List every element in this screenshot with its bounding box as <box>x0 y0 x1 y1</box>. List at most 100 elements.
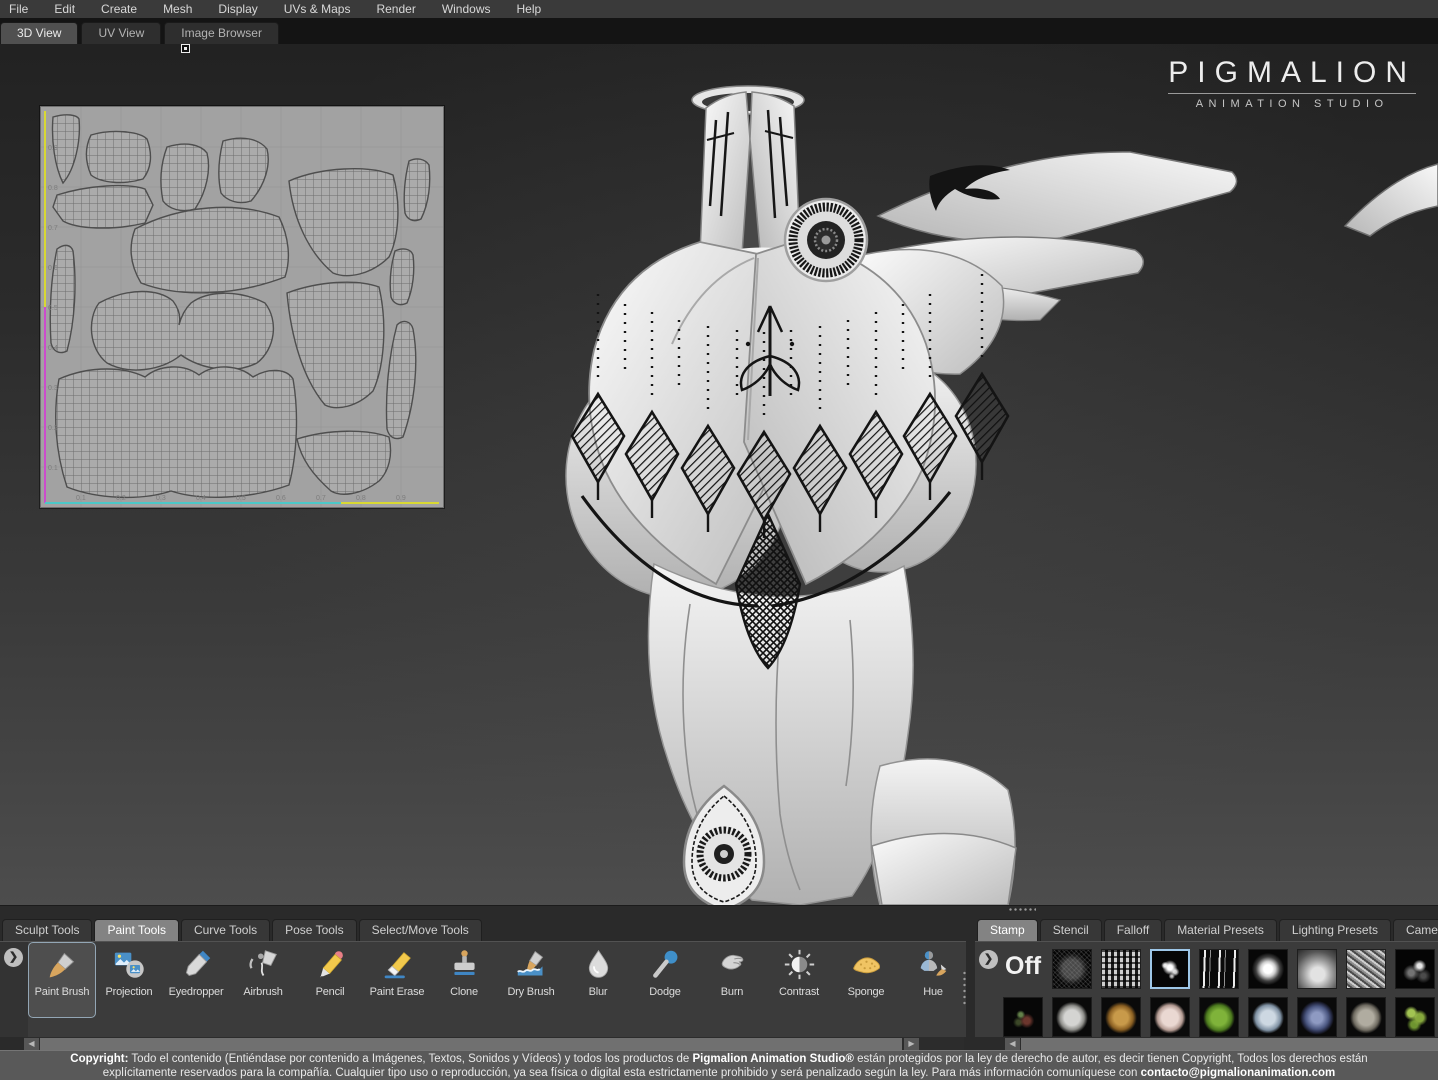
tool-clone[interactable]: Clone <box>431 943 497 1017</box>
stamp-blue-rocks[interactable] <box>1297 997 1337 1037</box>
menu-mesh[interactable]: Mesh <box>150 2 205 16</box>
splitter-handle[interactable] <box>181 44 190 53</box>
stamp-light-rocks[interactable] <box>1248 997 1288 1037</box>
menu-windows[interactable]: Windows <box>429 2 504 16</box>
clone-icon <box>448 948 481 981</box>
tool-label: Pencil <box>316 986 345 998</box>
stamp-vertical-streaks[interactable] <box>1199 949 1239 989</box>
tool-contrast[interactable]: Contrast <box>766 943 832 1017</box>
tool-burn[interactable]: Burn <box>699 943 765 1017</box>
stamp-dense-noise[interactable] <box>1346 949 1386 989</box>
svg-text:0.5: 0.5 <box>236 495 246 502</box>
tool-dry-brush[interactable]: Dry Brush <box>498 943 564 1017</box>
svg-text:0.7: 0.7 <box>48 225 58 232</box>
toolbar-overflow-dots <box>962 970 966 1006</box>
logo-title: PIGMALION <box>1168 56 1416 90</box>
tool-dodge[interactable]: Dodge <box>632 943 698 1017</box>
tab-select-move-tools[interactable]: Select/Move Tools <box>359 919 482 941</box>
scroll-left-button[interactable]: ◀ <box>24 1038 39 1050</box>
paint-erase-icon <box>381 948 414 981</box>
scroll-left-button[interactable]: ◀ <box>1005 1038 1020 1050</box>
expand-stamps-button[interactable] <box>979 950 998 969</box>
stamp-gray-lichen[interactable] <box>1052 997 1092 1037</box>
tools-scrollbar[interactable]: ◀ ▶ <box>24 1037 964 1051</box>
tab-material-presets[interactable]: Material Presets <box>1164 919 1277 941</box>
menu-render[interactable]: Render <box>363 2 428 16</box>
tool-projection[interactable]: Projection <box>96 943 162 1017</box>
stamp-noise-speckle[interactable] <box>1052 949 1092 989</box>
burn-icon <box>716 948 749 981</box>
toolbar-left-strip <box>0 942 28 1037</box>
tab-image-browser[interactable]: Image Browser <box>164 22 279 44</box>
svg-text:0.9: 0.9 <box>48 145 58 152</box>
tool-blur[interactable]: Blur <box>565 943 631 1017</box>
tab-paint-tools[interactable]: Paint Tools <box>94 919 178 941</box>
tool-airbrush[interactable]: Airbrush <box>230 943 296 1017</box>
stamp-woven-grid[interactable] <box>1101 949 1141 989</box>
stamps-scrollbar[interactable]: ◀ <box>1005 1037 1438 1051</box>
scroll-right-button[interactable]: ▶ <box>904 1038 919 1050</box>
stamp-dark-wisps[interactable] <box>1395 949 1435 989</box>
tool-label: Airbrush <box>243 986 282 998</box>
menu-file[interactable]: File <box>0 2 41 16</box>
tool-paint-brush[interactable]: Paint Brush <box>29 943 95 1017</box>
panel-drag-handle[interactable] <box>1008 907 1036 912</box>
tab-sculpt-tools[interactable]: Sculpt Tools <box>2 919 92 941</box>
tool-label: Projection <box>106 986 153 998</box>
tool-label: Sponge <box>848 986 885 998</box>
stamp-dry-leaves[interactable] <box>1101 997 1141 1037</box>
pencil-icon <box>314 948 347 981</box>
svg-text:0.7: 0.7 <box>316 495 326 502</box>
projection-icon <box>113 948 146 981</box>
tool-label: Clone <box>450 986 478 998</box>
stamp-dark-leaves[interactable] <box>1003 997 1043 1037</box>
airbrush-icon <box>247 948 280 981</box>
menu-display[interactable]: Display <box>205 2 270 16</box>
svg-text:0.4: 0.4 <box>48 345 58 352</box>
svg-text:0.6: 0.6 <box>48 265 58 272</box>
tab-stamp[interactable]: Stamp <box>977 919 1038 941</box>
sponge-icon <box>850 948 883 981</box>
svg-text:0.9: 0.9 <box>396 495 406 502</box>
tab-lighting-presets[interactable]: Lighting Presets <box>1279 919 1391 941</box>
3d-viewport[interactable]: 0.10.2 0.30.4 0.50.6 0.70.8 0.9 0.10.2 0… <box>0 44 1438 905</box>
svg-text:0.1: 0.1 <box>76 495 86 502</box>
paint-tools-toolbar: Paint Brush Projection Eyedropper Airbru… <box>0 941 966 1037</box>
stamp-green-moss[interactable] <box>1199 997 1239 1037</box>
tab-falloff[interactable]: Falloff <box>1104 919 1162 941</box>
tool-sponge[interactable]: Sponge <box>833 943 899 1017</box>
view-tab-bar: 3D View UV View Image Browser <box>0 18 1438 44</box>
menu-create[interactable]: Create <box>88 2 150 16</box>
svg-text:0.5: 0.5 <box>48 305 58 312</box>
contrast-icon <box>783 948 816 981</box>
studio-logo: PIGMALION ANIMATION STUDIO <box>1168 56 1416 110</box>
tool-hue[interactable]: Hue <box>900 943 966 1017</box>
stamp-splatter-selected[interactable] <box>1150 949 1190 989</box>
stamp-pink-moss[interactable] <box>1150 997 1190 1037</box>
menu-edit[interactable]: Edit <box>41 2 88 16</box>
tool-pencil[interactable]: Pencil <box>297 943 363 1017</box>
application-window: { "menu_bar": {"items": ["File","Edit","… <box>0 0 1438 1080</box>
paint-brush-icon <box>46 948 79 981</box>
menu-uvs-maps[interactable]: UVs & Maps <box>271 2 364 16</box>
tab-3d-view[interactable]: 3D View <box>0 22 78 44</box>
stamp-soft-rock[interactable] <box>1297 949 1337 989</box>
stamp-off-button[interactable]: Off <box>1005 952 1041 981</box>
stamp-cloud-blob[interactable] <box>1248 949 1288 989</box>
tab-uv-view[interactable]: UV View <box>81 22 161 44</box>
tab-pose-tools[interactable]: Pose Tools <box>272 919 356 941</box>
tool-tab-bar: Sculpt Tools Paint Tools Curve Tools Pos… <box>2 919 484 941</box>
stamp-panel: Off <box>975 941 1438 1037</box>
scrollbar-thumb[interactable] <box>1021 1038 1438 1050</box>
tab-camera-bookmarks[interactable]: Camera Book <box>1393 919 1438 941</box>
tool-paint-erase[interactable]: Paint Erase <box>364 943 430 1017</box>
tab-stencil[interactable]: Stencil <box>1040 919 1102 941</box>
tool-eyedropper[interactable]: Eyedropper <box>163 943 229 1017</box>
expand-tools-button[interactable] <box>4 948 23 967</box>
stamp-gray-gravel[interactable] <box>1346 997 1386 1037</box>
menu-bar: File Edit Create Mesh Display UVs & Maps… <box>0 0 1438 18</box>
stamp-maple-leaves[interactable] <box>1395 997 1435 1037</box>
tab-curve-tools[interactable]: Curve Tools <box>181 919 270 941</box>
scrollbar-thumb[interactable] <box>40 1038 902 1050</box>
menu-help[interactable]: Help <box>504 2 555 16</box>
